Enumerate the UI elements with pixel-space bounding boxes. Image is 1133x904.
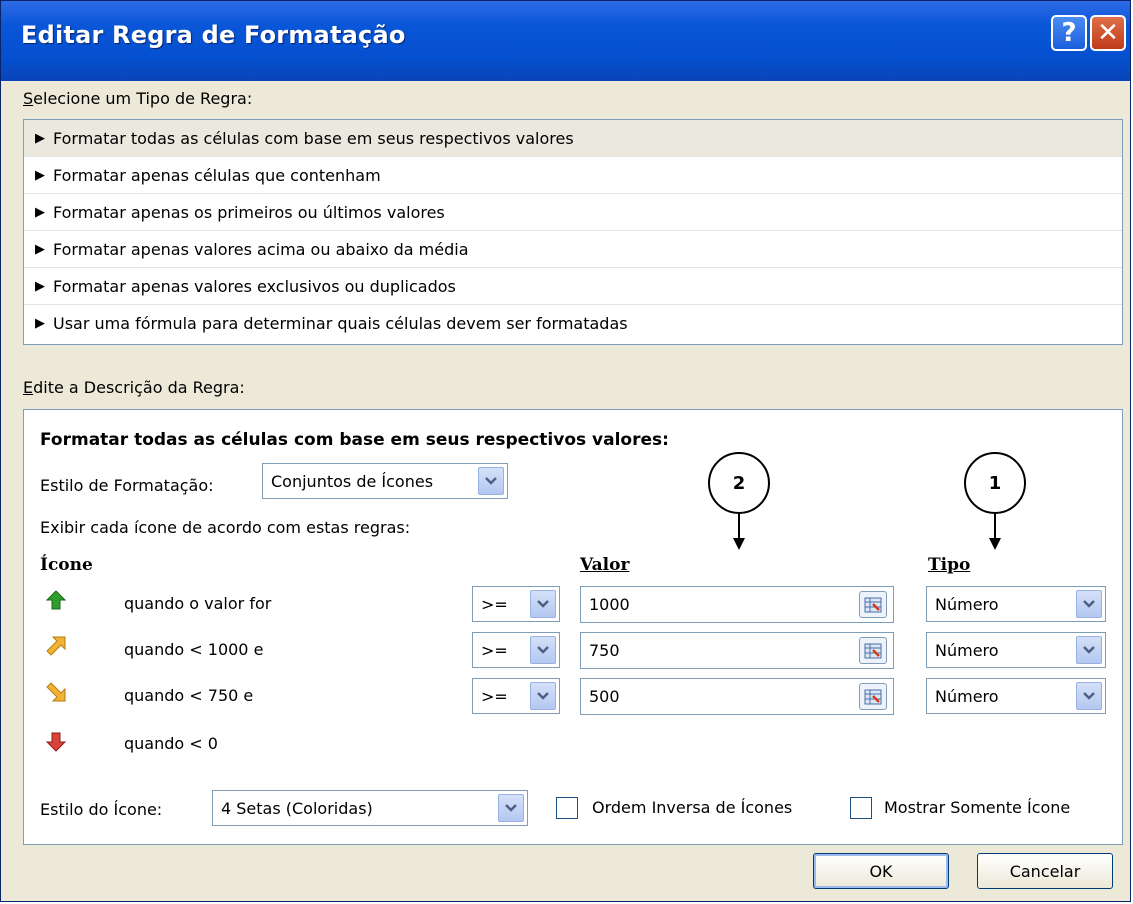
triangle-right-icon: ▶: [35, 241, 45, 257]
rule-type-item[interactable]: ▶ Usar uma fórmula para determinar quais …: [24, 305, 1122, 342]
callout-2-arrow-line: [738, 514, 740, 540]
cell-reference-icon[interactable]: [859, 683, 887, 710]
description-label-rest: dite a Descrição da Regra:: [33, 378, 245, 397]
rule-type-label: Selecione um Tipo de Regra:: [23, 89, 253, 108]
row-3-type-select[interactable]: Número: [926, 678, 1106, 714]
chevron-down-icon[interactable]: [530, 636, 556, 664]
row-1-text: quando o valor for: [124, 594, 272, 613]
rule-type-list[interactable]: ▶ Formatar todas as células com base em s…: [23, 119, 1123, 345]
dialog-window: Editar Regra de Formatação ? ✕ Selecione…: [0, 0, 1131, 902]
type-column-header: Tipo: [928, 555, 971, 575]
dialog-title: Editar Regra de Formatação: [21, 21, 406, 49]
value-column-header: Valor: [580, 555, 630, 575]
triangle-right-icon: ▶: [35, 167, 45, 183]
row-1-type-select[interactable]: Número: [926, 586, 1106, 622]
yellow-down-right-arrow-icon: [46, 682, 66, 702]
description-heading: Formatar todas as células com base em se…: [40, 430, 669, 450]
chevron-down-icon[interactable]: [478, 467, 504, 495]
row-3-value-input[interactable]: 500: [580, 678, 894, 715]
format-style-label: Estilo de Formatação:: [40, 476, 214, 495]
callout-2: 2: [708, 452, 770, 514]
row-3-operator-select[interactable]: >=: [472, 678, 560, 714]
rule-type-label-rest: elecione um Tipo de Regra:: [33, 89, 253, 108]
rule-type-item[interactable]: ▶ Formatar apenas os primeiros ou últimos…: [24, 194, 1122, 231]
yellow-up-right-arrow-icon: [46, 636, 66, 656]
format-style-select[interactable]: Conjuntos de Ícones: [262, 463, 508, 499]
callout-1-arrow-head: [989, 538, 1001, 550]
rule-type-item[interactable]: ▶ Formatar todas as células com base em s…: [24, 120, 1122, 157]
triangle-right-icon: ▶: [35, 316, 45, 331]
rules-caption: Exibir cada ícone de acordo com estas re…: [40, 518, 411, 537]
rule-type-item[interactable]: ▶ Formatar apenas valores exclusivos ou d…: [24, 268, 1122, 305]
show-icon-only-label: Mostrar Somente Ícone: [884, 798, 1071, 817]
row-2-operator-select[interactable]: >=: [472, 632, 560, 668]
row-2-type-select[interactable]: Número: [926, 632, 1106, 668]
chevron-down-icon[interactable]: [1076, 636, 1102, 664]
chevron-down-icon[interactable]: [498, 794, 524, 822]
red-down-arrow-icon: [46, 732, 66, 752]
row-2-value-input[interactable]: 750: [580, 632, 894, 669]
title-bar: Editar Regra de Formatação ? ✕: [1, 1, 1130, 81]
rule-type-item[interactable]: ▶ Formatar apenas células que contenham: [24, 157, 1122, 194]
triangle-right-icon: ▶: [35, 278, 45, 294]
row-2-text: quando < 1000 e: [124, 640, 264, 659]
close-button[interactable]: ✕: [1090, 15, 1126, 51]
cell-reference-icon[interactable]: [859, 591, 887, 618]
icon-style-select[interactable]: 4 Setas (Coloridas): [212, 790, 528, 826]
cell-reference-icon[interactable]: [859, 637, 887, 664]
ok-button[interactable]: OK: [813, 853, 949, 889]
chevron-down-icon[interactable]: [1076, 590, 1102, 618]
row-1-value-input[interactable]: 1000: [580, 586, 894, 623]
chevron-down-icon[interactable]: [530, 590, 556, 618]
callout-1: 1: [964, 452, 1026, 514]
chevron-down-icon[interactable]: [530, 682, 556, 710]
triangle-right-icon: ▶: [35, 204, 45, 220]
green-up-arrow-icon: [46, 590, 66, 610]
cancel-button[interactable]: Cancelar: [977, 853, 1113, 889]
row-1-operator-select[interactable]: >=: [472, 586, 560, 622]
row-3-text: quando < 750 e: [124, 686, 254, 705]
show-icon-only-checkbox[interactable]: [850, 797, 872, 819]
icon-column-header: Ícone: [40, 555, 93, 575]
callout-1-arrow-line: [994, 514, 996, 540]
row-4-text: quando < 0: [124, 734, 218, 753]
rule-description-panel: Formatar todas as células com base em se…: [23, 409, 1123, 845]
chevron-down-icon[interactable]: [1076, 682, 1102, 710]
help-button[interactable]: ?: [1051, 15, 1087, 51]
reverse-icon-order-checkbox[interactable]: [556, 797, 578, 819]
icon-style-label: Estilo do Ícone:: [40, 800, 163, 819]
description-label: Edite a Descrição da Regra:: [23, 378, 245, 397]
callout-2-arrow-head: [733, 538, 745, 550]
rule-type-item[interactable]: ▶ Formatar apenas valores acima ou abaixo…: [24, 231, 1122, 268]
reverse-icon-order-label: Ordem Inversa de Ícones: [592, 798, 793, 817]
triangle-right-icon: ▶: [35, 130, 45, 146]
